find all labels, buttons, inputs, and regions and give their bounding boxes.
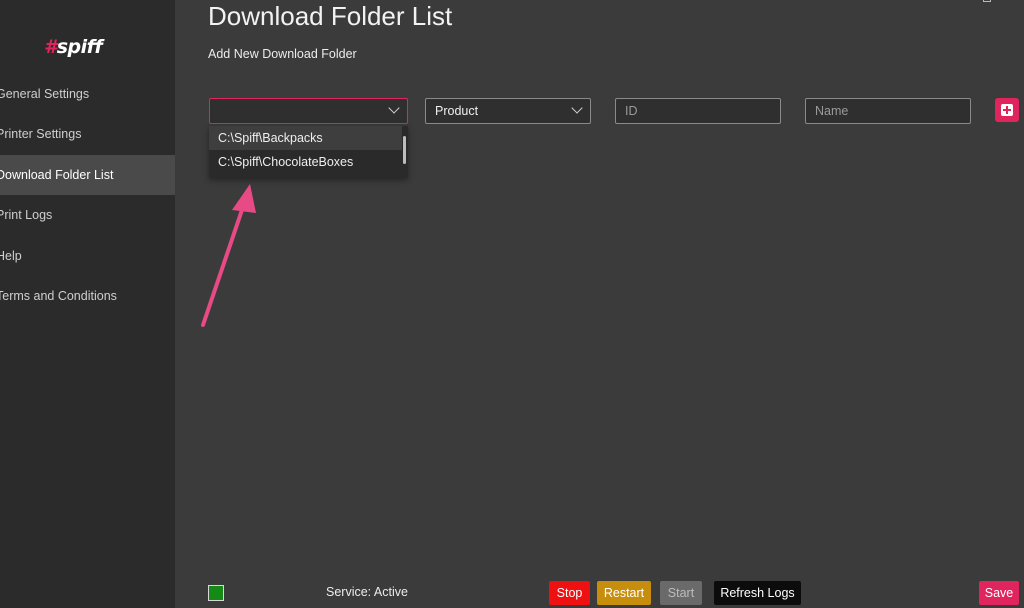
dropdown-option-backpacks[interactable]: C:\Spiff\Backpacks — [209, 126, 402, 150]
section-subtitle: Add New Download Folder — [208, 47, 357, 61]
refresh-logs-button[interactable]: Refresh Logs — [714, 581, 801, 605]
start-button[interactable]: Start — [660, 581, 702, 605]
sidebar-item-download-folder-list[interactable]: Download Folder List — [0, 155, 175, 195]
product-select[interactable]: Product — [425, 98, 591, 124]
page-title: Download Folder List — [208, 1, 453, 31]
folder-dropdown-list[interactable]: C:\Spiff\Backpacks C:\Spiff\ChocolateBox… — [209, 126, 408, 178]
add-folder-button[interactable] — [995, 98, 1019, 122]
name-input[interactable] — [805, 98, 971, 124]
product-select-value: Product — [435, 104, 479, 118]
plus-square-icon — [1001, 104, 1013, 116]
chevron-down-icon — [571, 102, 583, 114]
chevron-down-icon — [388, 102, 400, 114]
sidebar: #spiff General Settings Printer Settings… — [0, 0, 175, 608]
dropdown-option-chocolateboxes[interactable]: C:\Spiff\ChocolateBoxes — [209, 150, 402, 174]
id-input[interactable] — [615, 98, 781, 124]
spiff-logo: #spiff — [44, 36, 103, 58]
arrow-icon — [201, 184, 256, 327]
restart-button[interactable]: Restart — [597, 581, 651, 605]
dropdown-scrollbar[interactable] — [403, 136, 406, 164]
folder-select[interactable] — [209, 98, 408, 124]
window-control-icon[interactable] — [983, 0, 991, 2]
service-status-text: Service: Active — [326, 585, 408, 599]
save-button[interactable]: Save — [979, 581, 1019, 605]
stop-button[interactable]: Stop — [549, 581, 590, 605]
sidebar-item-general-settings[interactable]: General Settings — [0, 74, 175, 114]
service-status-indicator — [208, 585, 224, 601]
sidebar-item-print-logs[interactable]: Print Logs — [0, 195, 175, 235]
sidebar-item-help[interactable]: Help — [0, 236, 175, 276]
sidebar-item-printer-settings[interactable]: Printer Settings — [0, 114, 175, 154]
sidebar-item-terms-and-conditions[interactable]: Terms and Conditions — [0, 276, 175, 316]
